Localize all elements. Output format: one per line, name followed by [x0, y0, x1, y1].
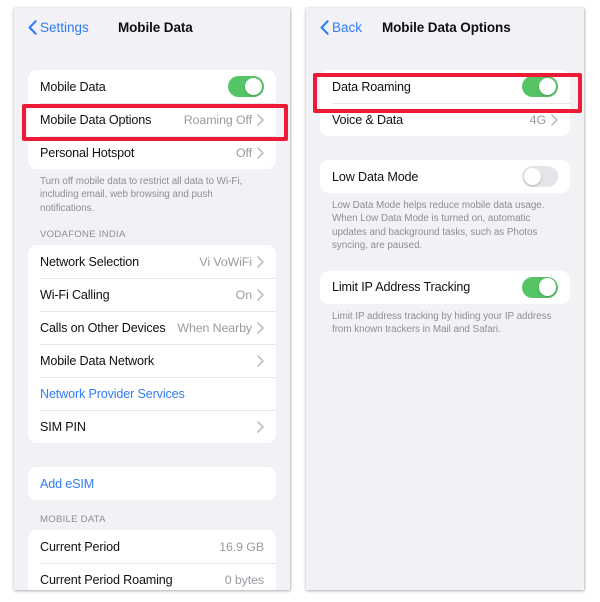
- row-voice-and-data[interactable]: Voice & Data 4G: [320, 103, 570, 136]
- back-to-settings-button[interactable]: Settings: [28, 20, 89, 35]
- left-scroll-body[interactable]: Mobile Data Mobile Data Options Roaming …: [14, 52, 290, 590]
- back-label: Settings: [40, 20, 89, 35]
- row-label: Calls on Other Devices: [40, 320, 166, 335]
- limit-ip-address-tracking-toggle[interactable]: [522, 276, 558, 298]
- row-label: Mobile Data Options: [40, 112, 152, 127]
- row-network-selection[interactable]: Network Selection Vi VoWiFi: [28, 245, 276, 279]
- low-data-mode-footer: Low Data Mode helps reduce mobile data u…: [332, 200, 545, 252]
- row-value: Vi VoWiFi: [199, 254, 252, 269]
- row-accessory: 0 bytes: [225, 573, 264, 587]
- row-label: Limit IP Address Tracking: [332, 280, 471, 295]
- row-value: On: [235, 287, 252, 302]
- row-accessory: 16.9 GB: [219, 540, 264, 554]
- row-label: SIM PIN: [40, 419, 86, 434]
- row-accessory: Off: [236, 146, 264, 160]
- row-label: Add eSIM: [40, 476, 95, 491]
- carrier-group: Network Selection Vi VoWiFi Wi-Fi Callin…: [28, 245, 276, 444]
- usage-group: Current Period 16.9 GB Current Period Ro…: [28, 530, 276, 590]
- right-navigation-bar: Back Mobile Data Options: [306, 8, 584, 52]
- chevron-right-icon: [257, 146, 264, 159]
- row-label: Low Data Mode: [332, 169, 419, 184]
- right-page-title: Mobile Data Options: [382, 20, 511, 35]
- back-label: Back: [332, 20, 363, 35]
- row-accessory: [522, 276, 558, 298]
- row-label: Network Provider Services: [40, 386, 185, 401]
- carrier-section-header: VODAFONE INDIA: [40, 229, 126, 241]
- row-accessory: 4G: [530, 113, 558, 127]
- row-accessory: When Nearby: [177, 321, 264, 335]
- row-value: 0 bytes: [224, 572, 264, 587]
- row-mobile-data-network[interactable]: Mobile Data Network: [28, 344, 276, 378]
- row-label: Mobile Data: [40, 79, 106, 94]
- row-value: 4G: [529, 112, 546, 127]
- row-accessory: [257, 354, 264, 367]
- row-accessory: Vi VoWiFi: [199, 255, 264, 269]
- chevron-right-icon: [257, 288, 264, 301]
- row-label: Personal Hotspot: [40, 145, 135, 160]
- row-mobile-data-options[interactable]: Mobile Data Options Roaming Off: [28, 103, 276, 136]
- row-label: Current Period Roaming: [40, 572, 173, 587]
- row-label: Network Selection: [40, 254, 139, 269]
- row-sim-pin[interactable]: SIM PIN: [28, 410, 276, 444]
- usage-section-header: MOBILE DATA: [40, 514, 106, 526]
- row-value: 16.9 GB: [219, 539, 264, 554]
- row-add-esim[interactable]: Add eSIM: [28, 467, 276, 501]
- roaming-group: Data Roaming Voice & Data 4G: [320, 70, 570, 136]
- row-limit-ip-address-tracking[interactable]: Limit IP Address Tracking: [320, 270, 570, 304]
- chevron-right-icon: [257, 255, 264, 268]
- row-personal-hotspot[interactable]: Personal Hotspot Off: [28, 136, 276, 169]
- row-low-data-mode[interactable]: Low Data Mode: [320, 160, 570, 193]
- chevron-right-icon: [257, 420, 264, 433]
- low-data-mode-group: Low Data Mode: [320, 160, 570, 193]
- back-button[interactable]: Back: [320, 20, 362, 35]
- chevron-left-icon: [28, 20, 37, 35]
- row-wifi-calling[interactable]: Wi-Fi Calling On: [28, 278, 276, 312]
- chevron-left-icon: [320, 20, 329, 35]
- row-label: Voice & Data: [332, 112, 404, 127]
- chevron-right-icon: [257, 113, 264, 126]
- mobile-data-screen: Settings Mobile Data Mobile Data Mobile …: [14, 8, 290, 590]
- row-calls-on-other-devices[interactable]: Calls on Other Devices When Nearby: [28, 311, 276, 345]
- row-label: Current Period: [40, 539, 120, 554]
- limit-ip-tracking-group: Limit IP Address Tracking: [320, 270, 570, 304]
- toggle-knob: [244, 77, 263, 96]
- chevron-right-icon: [257, 354, 264, 367]
- row-label: Data Roaming: [332, 79, 411, 94]
- row-data-roaming[interactable]: Data Roaming: [320, 70, 570, 103]
- toggle-knob: [538, 77, 557, 96]
- mobile-data-options-screen: Back Mobile Data Options Data Roaming Vo…: [306, 8, 584, 590]
- row-accessory: On: [236, 288, 264, 302]
- row-value: Off: [236, 145, 252, 160]
- mobile-data-group-footer: Turn off mobile data to restrict all dat…: [40, 176, 243, 214]
- row-accessory: [522, 166, 558, 187]
- row-accessory: Roaming Off: [184, 113, 264, 127]
- row-network-provider-services[interactable]: Network Provider Services: [28, 377, 276, 411]
- low-data-mode-toggle[interactable]: [522, 166, 558, 187]
- left-page-title: Mobile Data: [118, 20, 193, 35]
- chevron-right-icon: [551, 113, 558, 126]
- row-accessory: [522, 76, 558, 97]
- row-value: When Nearby: [177, 320, 252, 335]
- row-current-period-roaming[interactable]: Current Period Roaming 0 bytes: [28, 563, 276, 590]
- row-current-period[interactable]: Current Period 16.9 GB: [28, 530, 276, 564]
- chevron-right-icon: [257, 321, 264, 334]
- row-label: Mobile Data Network: [40, 353, 155, 368]
- row-mobile-data[interactable]: Mobile Data: [28, 70, 276, 103]
- right-scroll-body[interactable]: Data Roaming Voice & Data 4G Low Data Mo…: [306, 52, 584, 336]
- screenshot-stage: Settings Mobile Data Mobile Data Mobile …: [0, 0, 600, 602]
- mobile-data-group: Mobile Data Mobile Data Options Roaming …: [28, 70, 276, 169]
- mobile-data-toggle[interactable]: [228, 76, 264, 97]
- limit-ip-tracking-footer: Limit IP address tracking by hiding your…: [332, 310, 552, 336]
- row-accessory: [257, 420, 264, 433]
- left-navigation-bar: Settings Mobile Data: [14, 8, 290, 52]
- data-roaming-toggle[interactable]: [522, 76, 558, 97]
- row-label: Wi-Fi Calling: [40, 287, 110, 302]
- row-accessory: [228, 76, 264, 97]
- add-esim-group: Add eSIM: [28, 467, 276, 501]
- toggle-knob: [538, 278, 557, 297]
- row-value: Roaming Off: [183, 112, 252, 127]
- toggle-knob: [523, 167, 542, 186]
